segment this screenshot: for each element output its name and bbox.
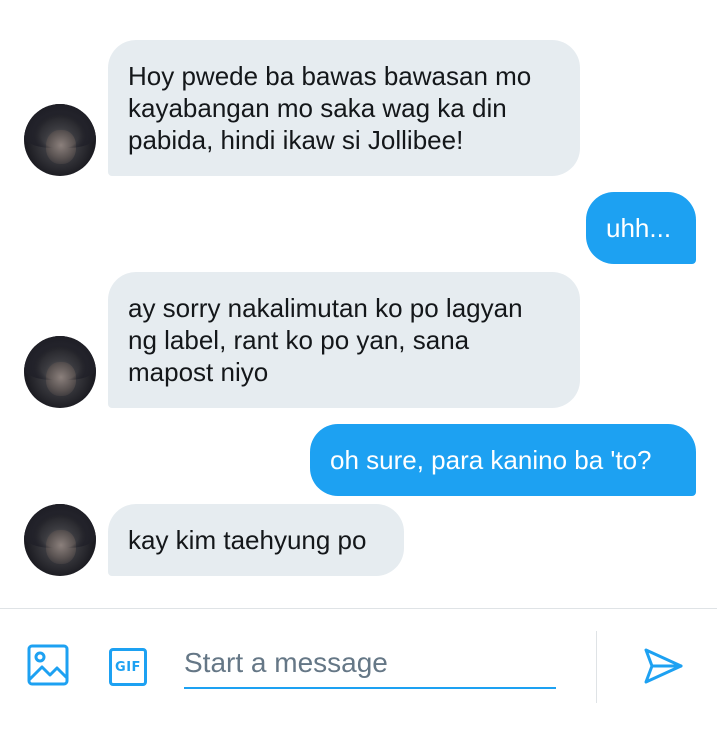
conversation-thread: Hoy pwede ba bawas bawasan mo kayabangan…: [0, 0, 717, 608]
gif-icon: GIF: [109, 648, 147, 686]
avatar[interactable]: [24, 504, 96, 576]
message-bubble-sent: uhh...: [586, 192, 696, 264]
send-button[interactable]: [638, 643, 688, 693]
image-icon: [26, 643, 70, 692]
message-bubble-received: kay kim taehyung po: [108, 504, 404, 576]
message-bubble-received: Hoy pwede ba bawas bawasan mo kayabangan…: [108, 40, 580, 176]
avatar[interactable]: [24, 104, 96, 176]
message-composer: GIF: [0, 609, 717, 730]
add-media-button[interactable]: [24, 643, 72, 691]
avatar[interactable]: [24, 336, 96, 408]
message-bubble-sent: oh sure, para kanino ba 'to?: [310, 424, 696, 496]
add-gif-button[interactable]: GIF: [104, 643, 152, 691]
send-icon: [641, 644, 685, 693]
message-input[interactable]: [184, 645, 556, 689]
composer-separator: [596, 631, 597, 703]
message-bubble-received: ay sorry nakalimutan ko po lagyan ng lab…: [108, 272, 580, 408]
